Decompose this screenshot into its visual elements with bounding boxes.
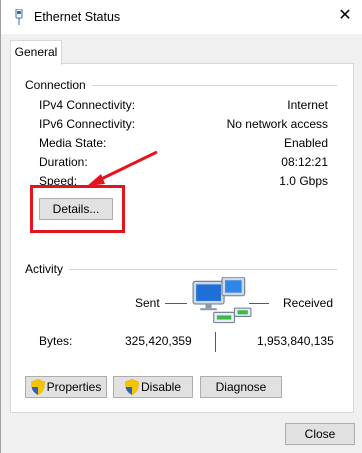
network-computers-icon: [192, 277, 252, 324]
ipv6-connectivity-label: IPv6 Connectivity:: [39, 117, 136, 131]
title-bar: Ethernet Status ✕: [1, 0, 362, 34]
speed-value: 1.0 Gbps: [279, 174, 328, 188]
media-state-value: Enabled: [283, 136, 328, 150]
activity-group-line: [69, 269, 337, 270]
ethernet-status-window: Ethernet Status ✕ General Connection IPv…: [0, 0, 362, 453]
sent-activity-line: [165, 303, 187, 304]
tab-general[interactable]: General: [10, 40, 62, 65]
received-label: Received: [283, 296, 334, 310]
disable-button-label: Disable: [140, 380, 182, 394]
duration-value: 08:12:21: [281, 155, 328, 169]
annotation-highlight-box: [30, 185, 125, 233]
ethernet-adapter-icon: [15, 9, 23, 25]
diagnose-button-label: Diagnose: [215, 380, 267, 394]
activity-divider: [215, 332, 216, 352]
annotation-arrow-icon: [87, 150, 158, 186]
window-title: Ethernet Status: [34, 10, 121, 24]
sent-label: Sent: [135, 296, 160, 310]
properties-button-label: Properties: [46, 380, 102, 394]
bytes-received-value: 1,953,840,135: [257, 334, 334, 348]
title-close-icon[interactable]: ✕: [335, 6, 355, 26]
diagnose-button[interactable]: Diagnose: [200, 376, 282, 398]
uac-shield-icon: [30, 379, 45, 395]
bytes-label: Bytes:: [39, 334, 73, 348]
close-button[interactable]: Close: [285, 423, 355, 445]
connection-group-line: [81, 85, 337, 86]
uac-shield-icon: [124, 379, 139, 395]
connection-group-label: Connection: [25, 78, 92, 92]
media-state-label: Media State:: [39, 136, 107, 150]
general-panel: Connection IPv4 Connectivity: Internet I…: [10, 63, 354, 413]
properties-button[interactable]: Properties: [25, 376, 107, 398]
ipv6-connectivity-value: No network access: [226, 117, 328, 131]
activity-group-label: Activity: [25, 262, 70, 276]
ipv4-connectivity-label: IPv4 Connectivity:: [39, 98, 136, 112]
bytes-sent-value: 325,420,359: [125, 334, 192, 348]
close-button-label: Close: [304, 427, 336, 441]
ipv4-connectivity-value: Internet: [287, 98, 328, 112]
disable-button[interactable]: Disable: [113, 376, 193, 398]
